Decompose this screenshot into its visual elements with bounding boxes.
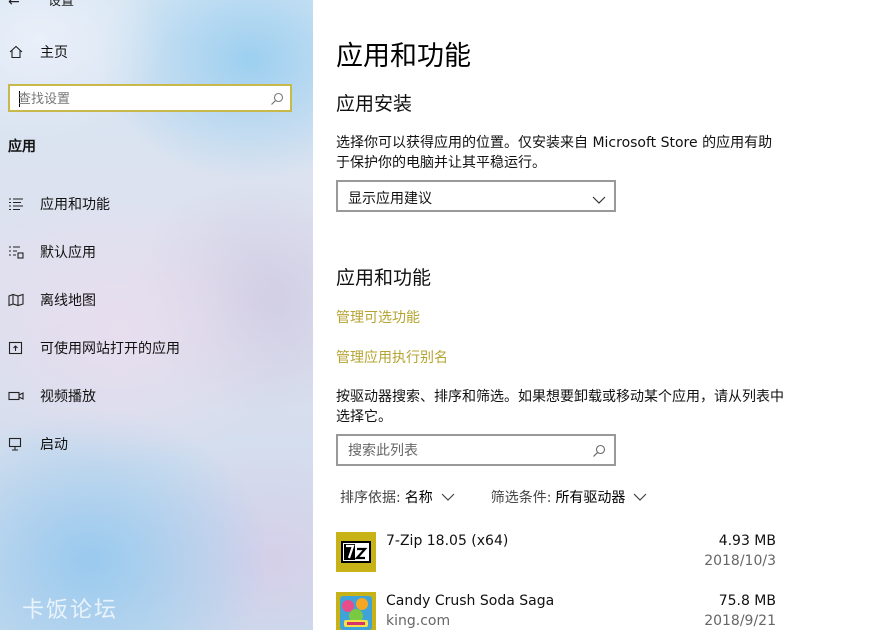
sort-label: 排序依据:	[340, 490, 401, 506]
home-icon	[8, 44, 24, 60]
app-list-search-input[interactable]	[348, 442, 578, 460]
chevron-down-icon	[633, 492, 647, 502]
app-install-source-dropdown[interactable]: 显示应用建议	[336, 180, 616, 212]
settings-search-box[interactable]	[8, 84, 292, 112]
app-list-search-box[interactable]	[336, 434, 616, 466]
sidebar-item-label: 视频播放	[40, 389, 96, 405]
manage-optional-features-link[interactable]: 管理可选功能	[336, 307, 420, 327]
forum-watermark: 卡饭论坛	[22, 598, 119, 623]
chevron-down-icon	[441, 492, 455, 502]
home-nav-item[interactable]: 主页	[8, 41, 68, 63]
app-install-heading: 应用安装	[336, 93, 413, 115]
apps-features-icon	[8, 196, 24, 212]
apps-features-heading: 应用和功能	[336, 267, 432, 289]
app-publisher: king.com	[386, 613, 451, 629]
manage-app-aliases-link[interactable]: 管理应用执行别名	[336, 347, 448, 367]
app-install-description: 选择你可以获得应用的位置。仅安装来自 Microsoft Store 的应用有助…	[336, 135, 773, 171]
sidebar-item-label: 默认应用	[40, 245, 96, 261]
video-playback-icon	[8, 388, 24, 404]
home-label: 主页	[40, 45, 68, 61]
offline-maps-icon	[8, 292, 24, 308]
filter-by-dropdown[interactable]: 筛选条件: 所有驱动器	[491, 487, 648, 507]
search-icon[interactable]	[270, 91, 284, 110]
settings-sidebar: ← 设置 主页 应用 应用和功能 默认应用	[0, 0, 313, 630]
sidebar-item-label: 可使用网站打开的应用	[40, 341, 180, 357]
back-arrow-icon[interactable]: ←	[8, 0, 20, 10]
sidebar-item-default-apps[interactable]: 默认应用	[0, 236, 313, 268]
settings-search-input[interactable]	[18, 90, 258, 108]
apps-for-websites-icon	[8, 340, 24, 356]
app-name: 7-Zip 18.05 (x64)	[386, 533, 509, 549]
app-size: 4.93 MB	[718, 533, 776, 549]
app-install-date: 2018/10/3	[704, 553, 776, 569]
sidebar-item-label: 应用和功能	[40, 197, 110, 213]
app-list-description: 按驱动器搜索、排序和筛选。如果想要卸载或移动某个应用，请从列表中选择它。	[336, 389, 784, 425]
sidebar-item-offline-maps[interactable]: 离线地图	[0, 284, 313, 316]
filter-label: 筛选条件:	[490, 490, 552, 506]
sidebar-item-startup[interactable]: 启动	[0, 428, 313, 460]
sidebar-item-label: 离线地图	[40, 293, 96, 309]
filter-value: 所有驱动器	[555, 490, 626, 506]
app-list-item-7zip[interactable]: 7-Zip 18.05 (x64) 4.93 MB 2018/10/3	[336, 532, 776, 576]
candy-crush-icon	[336, 592, 376, 630]
dropdown-value: 显示应用建议	[348, 191, 432, 207]
sidebar-item-video-playback[interactable]: 视频播放	[0, 380, 313, 412]
chevron-down-icon	[592, 190, 606, 209]
app-install-date: 2018/9/21	[704, 613, 776, 629]
sort-filter-bar: 排序依据: 名称 筛选条件: 所有驱动器	[340, 487, 647, 507]
sidebar-item-apps-features[interactable]: 应用和功能	[0, 188, 313, 220]
startup-icon	[8, 436, 24, 452]
7zip-icon	[336, 532, 376, 572]
search-icon[interactable]	[592, 443, 606, 462]
app-name: Candy Crush Soda Saga	[386, 593, 555, 609]
settings-content: 应用和功能 应用安装 选择你可以获得应用的位置。仅安装来自 Microsoft …	[313, 0, 882, 630]
sort-value: 名称	[404, 490, 433, 506]
default-apps-icon	[8, 244, 24, 260]
sidebar-item-apps-for-websites[interactable]: 可使用网站打开的应用	[0, 332, 313, 364]
sort-by-dropdown[interactable]: 排序依据: 名称	[340, 487, 455, 507]
app-list-item-candy-crush[interactable]: Candy Crush Soda Saga king.com 75.8 MB 2…	[336, 592, 776, 630]
sidebar-section-title: 应用	[8, 139, 36, 155]
app-size: 75.8 MB	[718, 593, 776, 609]
page-title: 应用和功能	[336, 41, 471, 72]
window-title: 设置	[48, 0, 75, 9]
sidebar-item-label: 启动	[40, 437, 68, 453]
